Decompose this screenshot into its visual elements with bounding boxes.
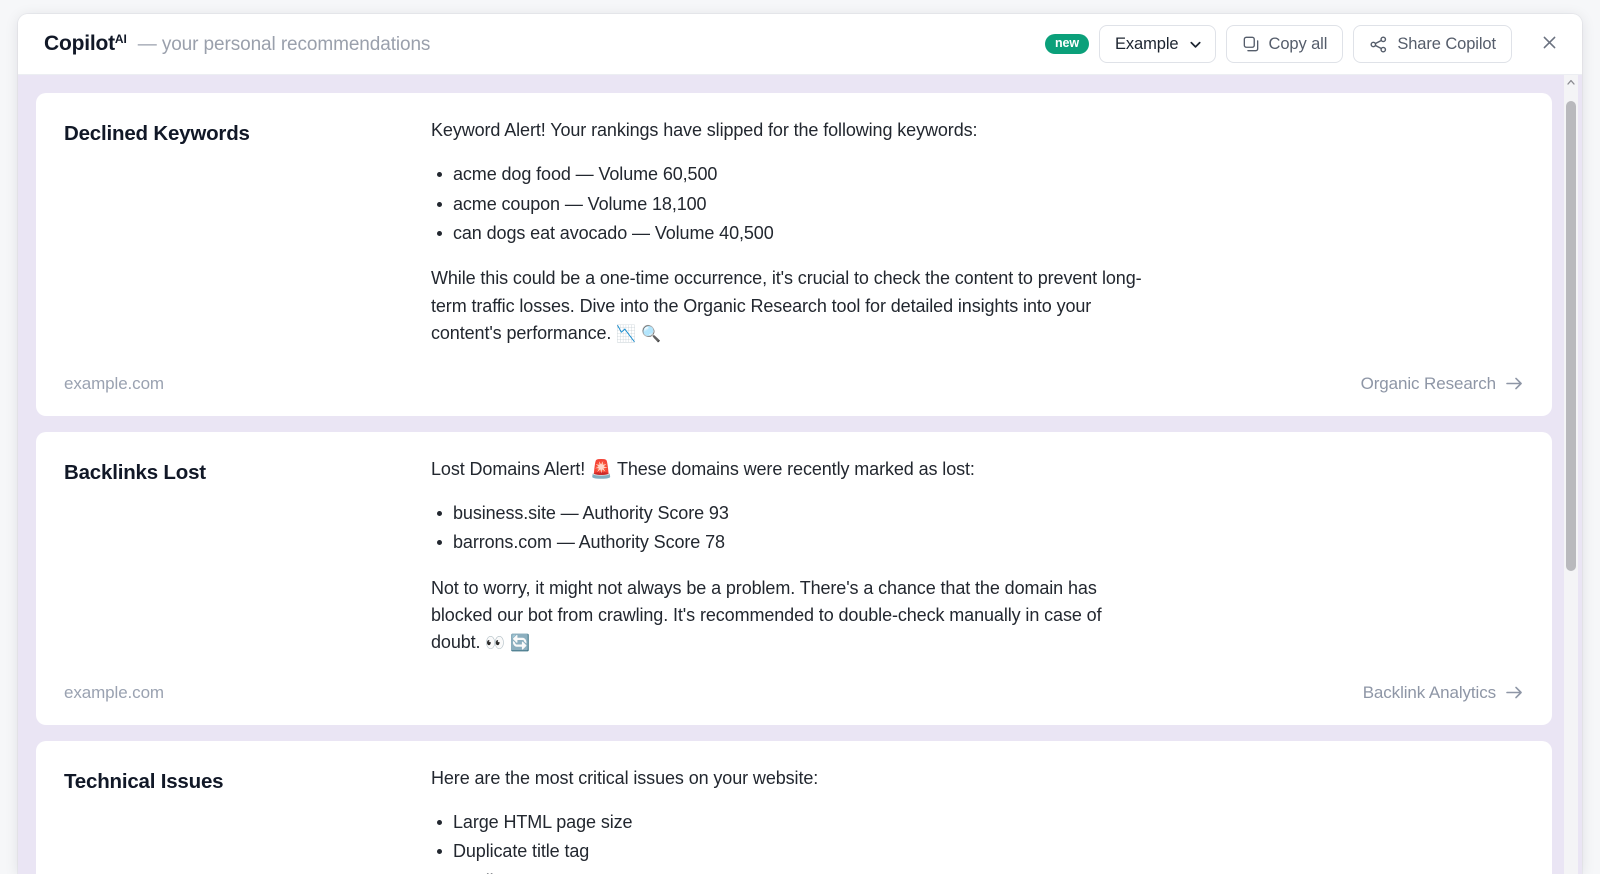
recommendations-body: Declined Keywords Keyword Alert! Your ra… — [18, 75, 1582, 874]
list-item: business.site — Authority Score 93 — [431, 500, 1143, 527]
footer-tool-link-label: Organic Research — [1360, 373, 1497, 393]
card-note-body: While this could be a one-time occurrenc… — [431, 268, 1142, 344]
example-dropdown[interactable]: Example — [1099, 25, 1216, 63]
card-footer: example.com Organic Research — [64, 348, 1524, 416]
card-item-list: Large HTML page size Duplicate title tag… — [431, 809, 1143, 874]
vertical-scrollbar[interactable] — [1564, 75, 1578, 874]
footer-tool-link[interactable]: Backlink Analytics — [1363, 683, 1524, 703]
copilot-modal: Copilot AI — your personal recommendation… — [18, 14, 1582, 874]
card-note-text: Not to worry, it might not always be a p… — [431, 575, 1143, 657]
footer-tool-link[interactable]: Organic Research — [1361, 374, 1524, 394]
card-title: Backlinks Lost — [64, 460, 206, 484]
modal-header: Copilot AI — your personal recommendation… — [18, 14, 1582, 75]
card-intro-text: Keyword Alert! Your rankings have slippe… — [431, 120, 978, 140]
title-ai-superscript: AI — [114, 32, 127, 46]
footer-domain: example.com — [64, 682, 164, 702]
card-footer: example.com Backlink Analytics — [64, 657, 1524, 725]
recommendation-card-backlinks-lost: Backlinks Lost Lost Domains Alert! 🚨 The… — [36, 431, 1552, 725]
scrollbar-track[interactable] — [1564, 89, 1578, 874]
card-note-text: While this could be a one-time occurrenc… — [431, 265, 1143, 347]
scroll-up-arrow-icon[interactable] — [1564, 75, 1578, 89]
share-copilot-button[interactable]: Share Copilot — [1353, 25, 1512, 63]
copy-all-button[interactable]: Copy all — [1225, 25, 1344, 63]
example-dropdown-label: Example — [1115, 34, 1179, 53]
card-title: Declined Keywords — [64, 122, 250, 145]
list-item: Duplicate content — [431, 868, 1143, 874]
card-content: Lost Domains Alert! 🚨 These domains were… — [431, 456, 1143, 657]
title-copilot: Copilot — [44, 32, 115, 55]
list-item: acme coupon — Volume 18,100 — [431, 191, 1143, 218]
recommendation-card-technical-issues: Technical Issues Here are the most criti… — [36, 740, 1552, 874]
card-note-emoji: 📉 🔍 — [616, 324, 661, 344]
card-intro-text: Here are the most critical issues on you… — [431, 767, 819, 788]
card-intro-text: Lost Domains Alert! 🚨 These domains were… — [431, 458, 975, 479]
footer-domain: example.com — [64, 373, 164, 393]
card-body: Backlinks Lost Lost Domains Alert! 🚨 The… — [64, 456, 1524, 657]
recommendation-card-declined-keywords: Declined Keywords Keyword Alert! Your ra… — [36, 93, 1552, 416]
title-subtitle: — your personal recommendations — [137, 34, 431, 55]
list-item: barrons.com — Authority Score 78 — [431, 529, 1143, 556]
copy-icon — [1242, 35, 1260, 53]
list-item: Large HTML page size — [431, 809, 1143, 836]
arrow-right-icon — [1505, 376, 1524, 391]
card-body: Declined Keywords Keyword Alert! Your ra… — [64, 117, 1524, 348]
close-icon — [1541, 34, 1558, 54]
list-item: acme dog food — Volume 60,500 — [431, 161, 1143, 188]
card-item-list: business.site — Authority Score 93 barro… — [431, 500, 1143, 557]
card-note-emoji: 👀 🔄 — [485, 633, 530, 653]
share-copilot-label: Share Copilot — [1397, 34, 1496, 53]
share-icon — [1369, 35, 1388, 54]
arrow-right-icon — [1505, 685, 1524, 700]
card-content: Keyword Alert! Your rankings have slippe… — [431, 117, 1143, 348]
status-badge-new: new — [1044, 34, 1089, 54]
card-note-body: Not to worry, it might not always be a p… — [431, 577, 1102, 653]
footer-tool-link-label: Backlink Analytics — [1362, 682, 1496, 702]
close-button[interactable] — [1532, 27, 1566, 61]
scrollbar-thumb[interactable] — [1566, 101, 1576, 571]
list-item: can dogs eat avocado — Volume 40,500 — [431, 220, 1143, 247]
card-body: Technical Issues Here are the most criti… — [64, 765, 1524, 874]
list-item: Duplicate title tag — [431, 838, 1143, 865]
header-actions: new Example Copy all Share Copilot — [1044, 25, 1566, 63]
copy-all-label: Copy all — [1268, 34, 1328, 53]
card-content: Here are the most critical issues on you… — [431, 765, 1143, 874]
card-item-list: acme dog food — Volume 60,500 acme coupo… — [431, 161, 1143, 247]
chevron-down-icon — [1188, 37, 1203, 52]
page-title: Copilot AI — your personal recommendation… — [44, 32, 430, 56]
card-title: Technical Issues — [64, 769, 224, 793]
cards-scroll-area: Declined Keywords Keyword Alert! Your ra… — [36, 93, 1564, 874]
